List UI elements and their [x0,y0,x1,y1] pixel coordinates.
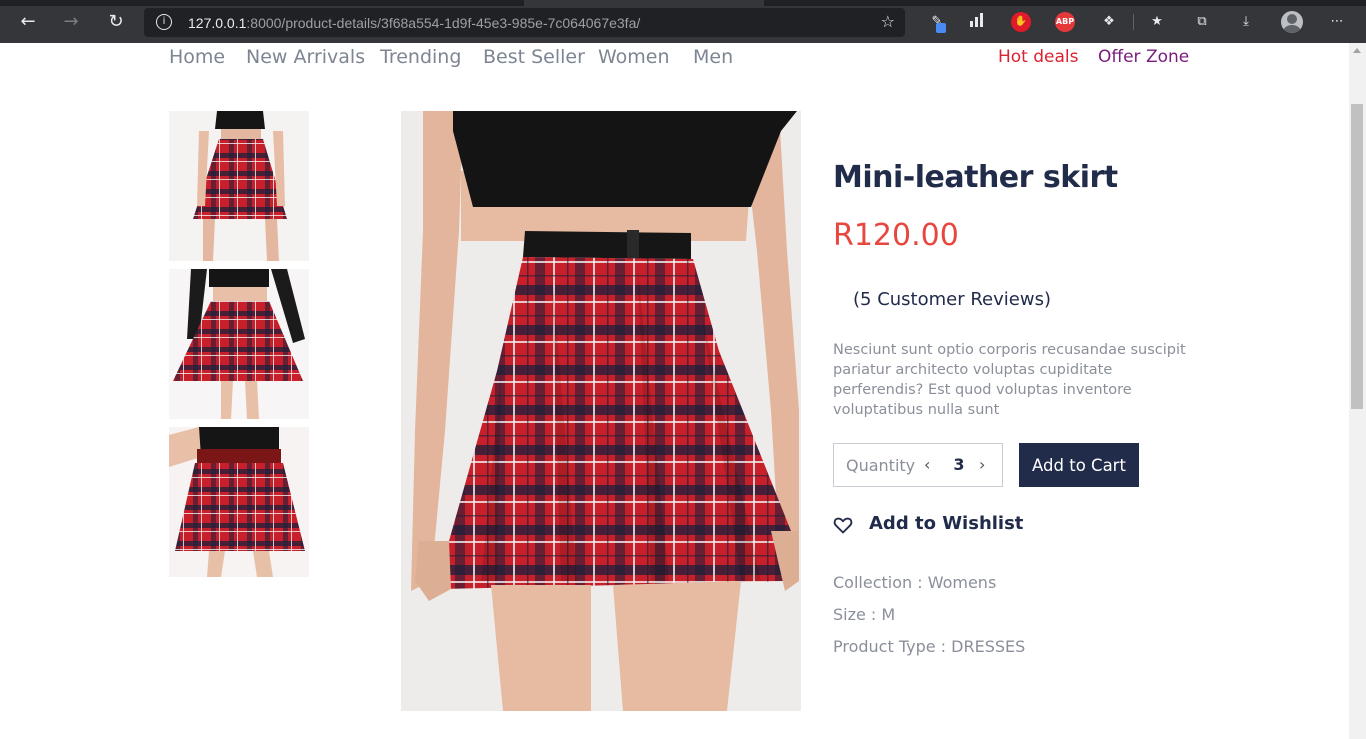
product-title: Mini-leather skirt [833,160,1118,195]
product-type: Product Type : DRESSES [833,637,1026,656]
product-price: R120.00 [833,218,959,253]
chevron-left-icon[interactable]: ‹ [924,455,930,474]
back-icon[interactable]: ← [15,9,41,35]
product-size: Size : M [833,605,896,624]
collections-icon[interactable]: ⧉ [1192,12,1212,32]
pen-extension-icon[interactable]: ✎ [927,12,947,33]
quantity-stepper: Quantity ‹ 3 › [833,443,1003,487]
add-to-cart-button[interactable]: Add to Cart [1019,443,1139,487]
download-icon[interactable]: ⤓ [1236,12,1256,32]
nav-women[interactable]: Women [598,46,670,68]
quantity-value[interactable]: 3 [952,455,966,474]
product-thumbnail-3[interactable] [169,427,309,577]
page-scrollbar[interactable] [1349,43,1366,739]
nav-best-seller[interactable]: Best Seller [483,46,585,68]
abp-extension-icon[interactable]: ABP [1055,12,1075,32]
nav-trending[interactable]: Trending [380,46,461,68]
nav-hot-deals[interactable]: Hot deals [998,47,1079,67]
puzzle-extensions-icon[interactable]: ❖ [1099,12,1119,32]
stop-hand-extension-icon[interactable]: ✋ [1011,12,1031,32]
add-favorite-icon[interactable]: ☆ [881,12,895,31]
product-main-image[interactable] [401,111,801,711]
chart-extension-icon[interactable] [967,12,987,32]
url-path: :8000/product-details/3f68a554-1d9f-45e3… [246,15,641,31]
nav-new-arrivals[interactable]: New Arrivals [246,46,365,68]
nav-men[interactable]: Men [693,46,733,68]
toolbar-divider [1133,14,1134,30]
profile-avatar[interactable] [1281,11,1303,33]
active-tab[interactable] [524,0,764,6]
scrollbar-thumb[interactable] [1351,104,1363,409]
quantity-label: Quantity [846,456,916,475]
address-bar[interactable]: i 127.0.0.1:8000/product-details/3f68a55… [144,8,905,37]
nav-offer-zone[interactable]: Offer Zone [1098,47,1189,67]
forward-icon[interactable]: → [58,9,84,35]
url-host: 127.0.0.1 [188,15,247,31]
wishlist-label: Add to Wishlist [869,513,1024,534]
chevron-right-icon[interactable]: › [979,455,985,474]
product-thumbnail-1[interactable] [169,111,309,261]
more-menu-icon[interactable]: ⋯ [1327,12,1347,32]
site-info-icon[interactable]: i [156,14,172,30]
browser-toolbar: ← → ↻ i 127.0.0.1:8000/product-details/3… [0,0,1366,43]
reload-icon[interactable]: ↻ [103,9,129,35]
product-thumbnail-2[interactable] [169,269,309,419]
product-collection: Collection : Womens [833,573,997,592]
url-text[interactable]: 127.0.0.1:8000/product-details/3f68a554-… [188,15,640,31]
customer-reviews-link[interactable]: (5 Customer Reviews) [853,289,1051,310]
scroll-up-arrow-icon[interactable] [1353,48,1361,53]
nav-home[interactable]: Home [169,46,225,68]
product-description: Nesciunt sunt optio corporis recusandae … [833,342,1186,418]
favorites-icon[interactable]: ★ [1147,12,1167,32]
heart-icon [833,517,853,534]
